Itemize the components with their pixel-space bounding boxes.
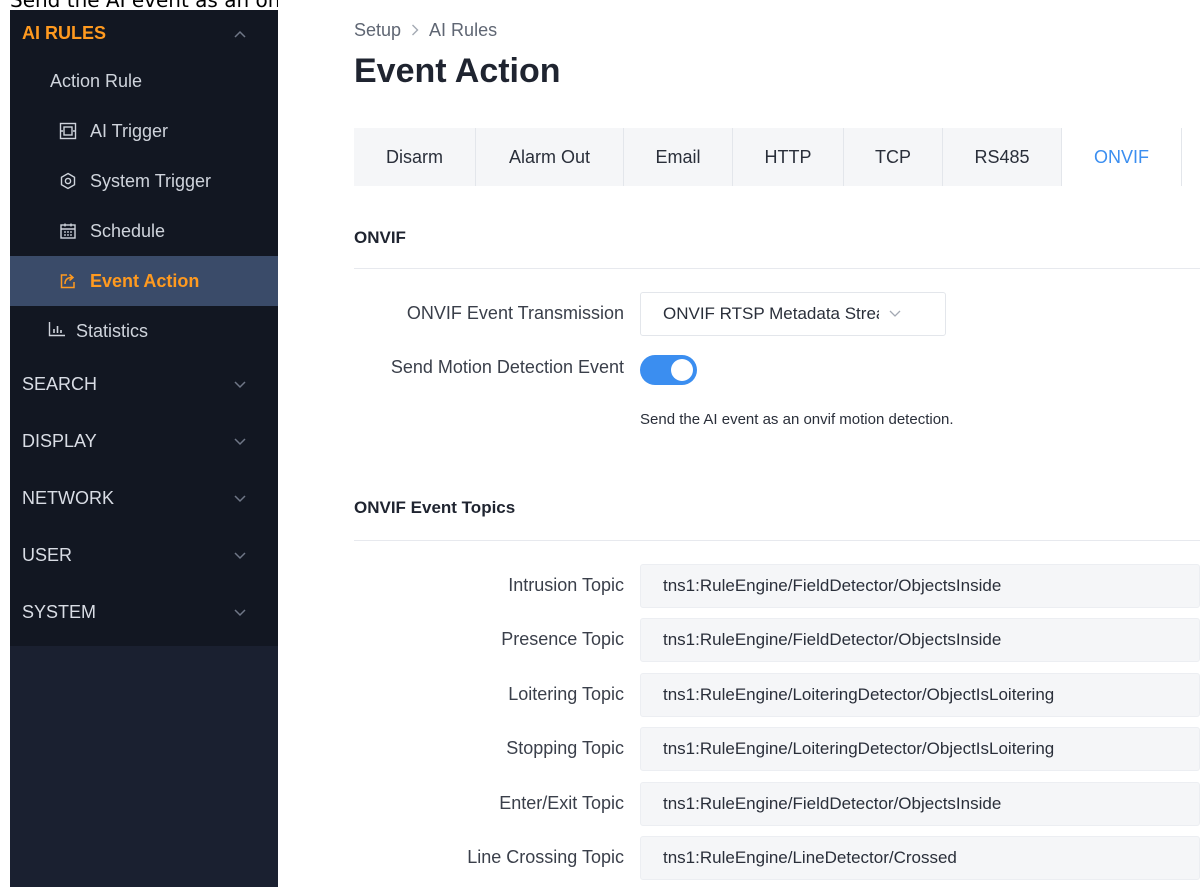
chevron-down-icon	[889, 307, 901, 321]
breadcrumb-setup[interactable]: Setup	[354, 20, 401, 41]
sidebar-section-ai-rules[interactable]: AI RULES	[10, 10, 278, 56]
tab-tcp[interactable]: TCP	[844, 128, 943, 186]
sidebar-section-label: DISPLAY	[22, 431, 97, 451]
transmission-label: ONVIF Event Transmission	[406, 303, 624, 323]
toggle-knob	[671, 359, 693, 381]
divider	[354, 540, 1200, 541]
loitering-topic-field[interactable]: tns1:RuleEngine/LoiteringDetector/Object…	[640, 673, 1200, 717]
sidebar-item-system-trigger[interactable]: System Trigger	[10, 156, 278, 206]
onvif-section-title: ONVIF	[354, 228, 406, 247]
sidebar-section-label: USER	[22, 545, 73, 565]
enter-exit-topic-label: Enter/Exit Topic	[499, 793, 624, 813]
intrusion-topic-field[interactable]: tns1:RuleEngine/FieldDetector/ObjectsIns…	[640, 564, 1200, 608]
breadcrumb: Setup AI Rules	[354, 20, 497, 41]
motion-event-label: Send Motion Detection Event	[390, 357, 624, 377]
stopping-topic-label: Stopping Topic	[506, 738, 624, 758]
presence-topic-label: Presence Topic	[501, 629, 624, 649]
loitering-topic-label: Loitering Topic	[508, 684, 624, 704]
enter-exit-topic-field[interactable]: tns1:RuleEngine/FieldDetector/ObjectsIns…	[640, 782, 1200, 826]
chevron-up-icon	[234, 26, 246, 41]
sidebar-item-ai-trigger[interactable]: AI Trigger	[10, 106, 278, 156]
line-crossing-topic-field[interactable]: tns1:RuleEngine/LineDetector/Crossed	[640, 836, 1200, 880]
intrusion-topic-label: Intrusion Topic	[508, 575, 624, 595]
divider	[354, 268, 1200, 269]
sidebar-item-label: System Trigger	[90, 170, 212, 191]
bar-chart-icon	[48, 321, 66, 342]
calendar-icon	[58, 221, 78, 241]
motion-event-hint: Send the AI event as an onvif motion det…	[640, 411, 954, 428]
sidebar-section-user[interactable]: USER	[10, 527, 278, 584]
chevron-down-icon	[234, 491, 246, 506]
gear-icon	[58, 171, 78, 191]
ai-trigger-icon	[58, 121, 78, 141]
sidebar-section-system[interactable]: SYSTEM	[10, 584, 278, 641]
sidebar-item-label: Event Action	[90, 270, 200, 291]
line-crossing-topic-label: Line Crossing Topic	[467, 847, 624, 867]
sidebar-section-search[interactable]: SEARCH	[10, 356, 278, 413]
sidebar-section-display[interactable]: DISPLAY	[10, 413, 278, 470]
main-content: Setup AI Rules Event Action Disarm Alarm…	[278, 0, 1200, 887]
share-icon	[58, 271, 78, 291]
sidebar-section-network[interactable]: NETWORK	[10, 470, 278, 527]
chevron-down-icon	[234, 605, 246, 620]
sidebar-item-statistics[interactable]: Statistics	[10, 306, 278, 356]
tab-rs485[interactable]: RS485	[943, 128, 1062, 186]
sidebar-section-label: SYSTEM	[22, 602, 97, 622]
chevron-down-icon	[234, 377, 246, 392]
sidebar-item-label: AI Trigger	[90, 120, 169, 141]
sidebar-item-label: Schedule	[90, 220, 166, 241]
sidebar-item-action-rule[interactable]: Action Rule	[10, 56, 278, 106]
sidebar-section-label: NETWORK	[22, 488, 114, 508]
tab-disarm[interactable]: Disarm	[354, 128, 476, 186]
transmission-select-value: ONVIF RTSP Metadata Stream	[663, 304, 879, 323]
tab-alarm-out[interactable]: Alarm Out	[476, 128, 624, 186]
sidebar-item-label: Statistics	[76, 320, 149, 341]
chevron-right-icon	[411, 23, 419, 39]
tab-email[interactable]: Email	[624, 128, 733, 186]
motion-event-toggle[interactable]	[640, 355, 697, 385]
sidebar-item-event-action[interactable]: Event Action	[10, 256, 278, 306]
sidebar-item-label: Action Rule	[50, 70, 143, 91]
tab-onvif[interactable]: ONVIF	[1062, 128, 1182, 186]
chevron-down-icon	[234, 434, 246, 449]
sidebar: AI RULES Action Rule AI Trigger System T…	[10, 10, 278, 887]
sidebar-item-schedule[interactable]: Schedule	[10, 206, 278, 256]
stopping-topic-field[interactable]: tns1:RuleEngine/LoiteringDetector/Object…	[640, 727, 1200, 771]
sidebar-section-label: SEARCH	[22, 374, 98, 394]
sidebar-section-label: AI RULES	[22, 22, 107, 43]
tab-bar: Disarm Alarm Out Email HTTP TCP RS485 ON…	[354, 128, 1182, 186]
presence-topic-field[interactable]: tns1:RuleEngine/FieldDetector/ObjectsIns…	[640, 618, 1200, 662]
sidebar-empty-area	[10, 646, 278, 887]
breadcrumb-ai-rules[interactable]: AI Rules	[429, 20, 497, 41]
tab-http[interactable]: HTTP	[733, 128, 844, 186]
chevron-down-icon	[234, 548, 246, 563]
page-title: Event Action	[354, 52, 561, 90]
topics-section-title: ONVIF Event Topics	[354, 498, 516, 517]
transmission-select[interactable]: ONVIF RTSP Metadata Stream	[640, 292, 946, 336]
